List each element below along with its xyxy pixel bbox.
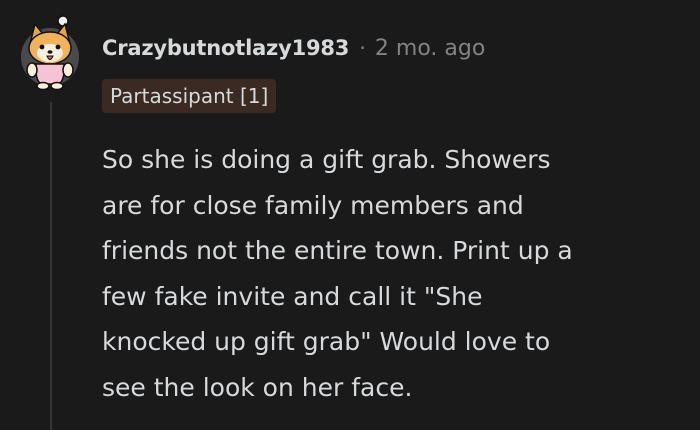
username-link[interactable]: Crazybutnotlazy1983 bbox=[102, 36, 349, 60]
comment-body: So she is doing a gift grab. Showers are… bbox=[102, 137, 682, 410]
meta-separator: · bbox=[359, 36, 366, 60]
snoo-avatar-icon bbox=[21, 15, 79, 91]
user-flair: Partassipant [1] bbox=[102, 79, 277, 113]
user-flair-label: Partassipant [1] bbox=[110, 84, 269, 108]
comment-body-line: friends not the entire town. Print up a bbox=[102, 236, 573, 265]
comment-timestamp[interactable]: 2 mo. ago bbox=[375, 36, 485, 61]
comment-body-line: are for close family members and bbox=[102, 190, 524, 220]
comment-body-line: see the look on her face. bbox=[102, 372, 413, 402]
comment-body-line: So she is doing a gift grab. Showers bbox=[102, 145, 551, 174]
comment-body-line: few fake invite and call it "She bbox=[102, 281, 483, 311]
comment-body-line: knocked up gift grab" Would love to bbox=[102, 327, 551, 356]
thread-collapse-line[interactable] bbox=[50, 102, 52, 430]
user-avatar[interactable] bbox=[19, 14, 81, 100]
comment: Crazybutnotlazy1983 · 2 mo. ago Partassi… bbox=[0, 0, 700, 430]
comment-header: Crazybutnotlazy1983 · 2 mo. ago bbox=[102, 30, 485, 66]
